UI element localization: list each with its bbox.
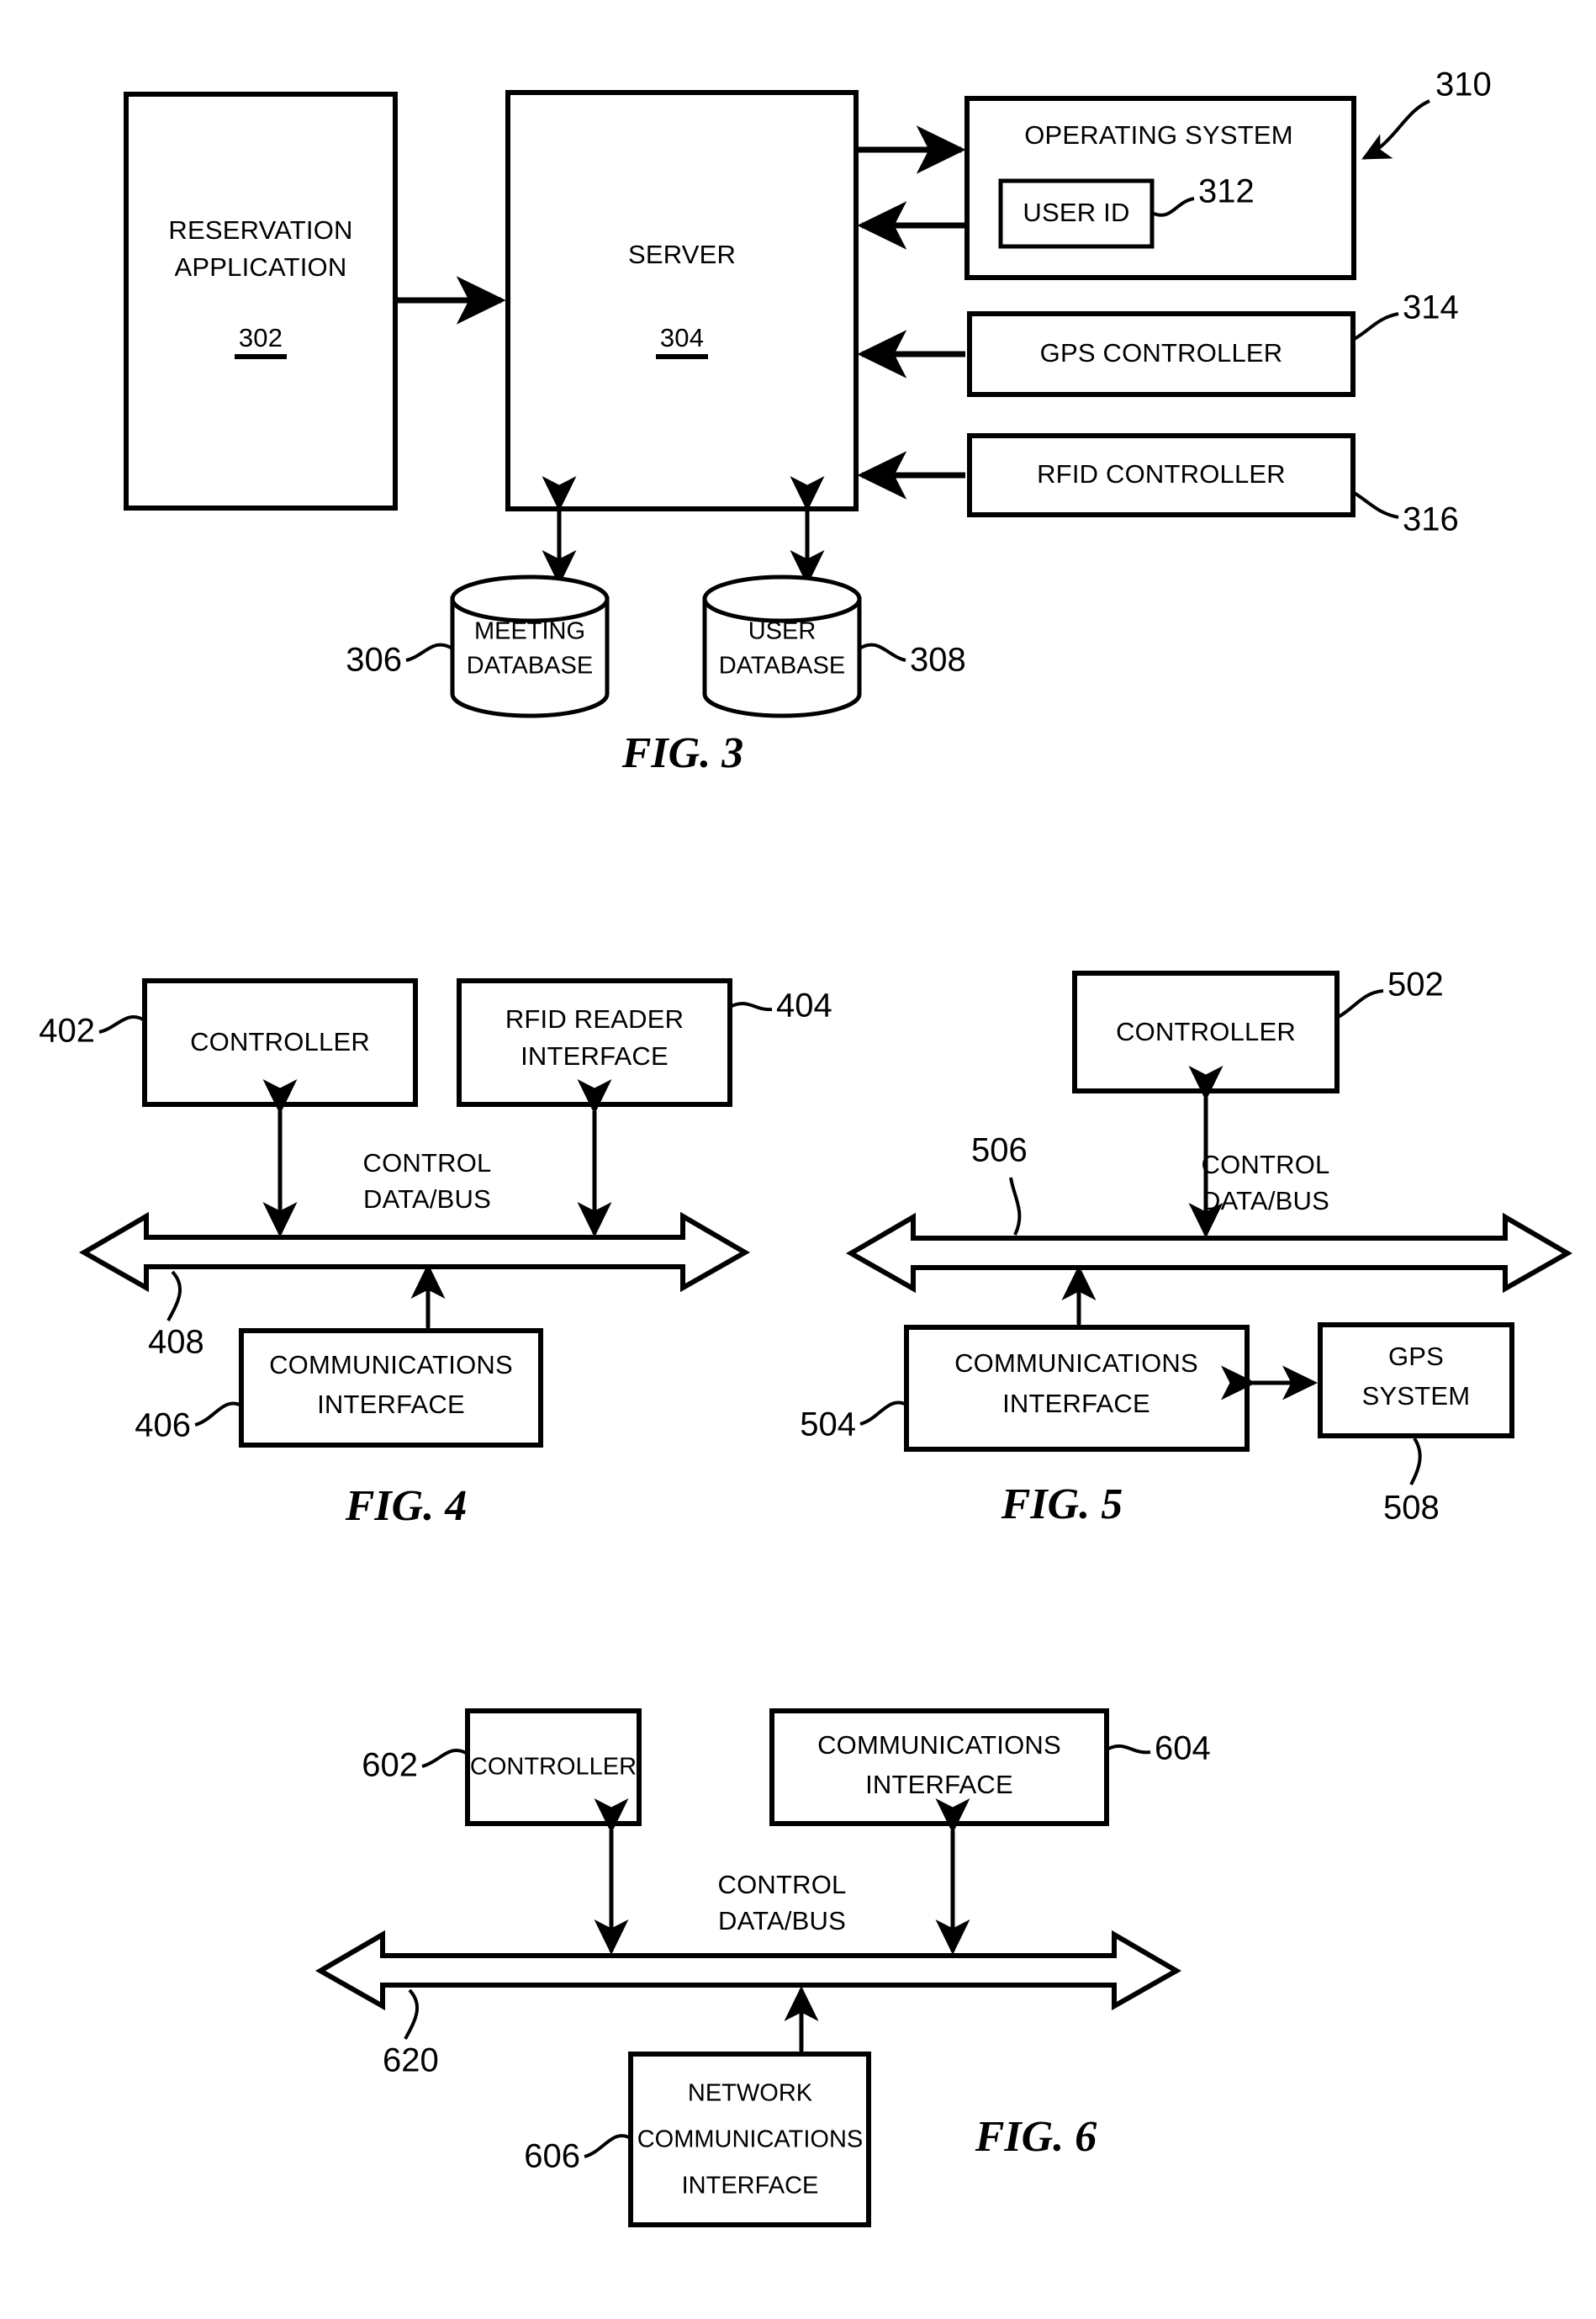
fig4-bus-label-line2: DATA/BUS: [363, 1184, 491, 1214]
fig3-server-label: SERVER: [628, 240, 736, 269]
fig6-network-communications-interface-label-line3: INTERFACE: [682, 2173, 819, 2200]
fig5-controller-ref: 502: [1387, 966, 1444, 1003]
fig4-bus-ref: 408: [148, 1324, 204, 1361]
fig6-caption: FIG. 6: [975, 2113, 1097, 2161]
fig3-reservation-application-ref: 302: [239, 323, 283, 352]
fig6-communications-interface-label-line1: COMMUNICATIONS: [817, 1730, 1061, 1760]
fig3-rfid-controller-label: RFID CONTROLLER: [1037, 459, 1286, 489]
fig3-meeting-database-label-line1: MEETING: [474, 618, 585, 645]
fig3-gps-controller-label: GPS CONTROLLER: [1040, 338, 1283, 368]
fig5-bus-label-line1: CONTROL: [1202, 1150, 1330, 1179]
fig4-controller-ref: 402: [39, 1013, 95, 1050]
fig4-rfid-reader-interface-ref: 404: [776, 987, 832, 1024]
fig4-bus-label-line1: CONTROL: [363, 1148, 492, 1178]
fig6-network-communications-interface-label-line1: NETWORK: [688, 2080, 813, 2107]
fig6-communications-interface-ref: 604: [1155, 1730, 1211, 1767]
fig6-bus-ref: 620: [383, 2042, 439, 2079]
fig3-meeting-database-top: [450, 574, 610, 623]
fig3-caption: FIG. 3: [621, 729, 743, 777]
fig5-gps-system-label-line1: GPS: [1388, 1342, 1444, 1371]
fig3-user-database-label-line1: USER: [748, 618, 816, 645]
fig6-bus-label-line1: CONTROL: [718, 1870, 847, 1899]
fig4-controller-label: CONTROLLER: [190, 1027, 370, 1056]
fig6-bus-label-line2: DATA/BUS: [718, 1906, 846, 1935]
fig6-communications-interface-label-line2: INTERFACE: [865, 1770, 1013, 1799]
fig6-network-communications-interface-ref: 606: [524, 2138, 580, 2175]
fig6-network-communications-interface-label-line2: COMMUNICATIONS: [637, 2126, 864, 2153]
fig5-communications-interface-label-line2: INTERFACE: [1002, 1389, 1150, 1418]
fig5-communications-interface-label-line1: COMMUNICATIONS: [954, 1348, 1198, 1378]
fig3-user-database-ref: 308: [910, 642, 966, 679]
fig4-communications-interface-ref: 406: [135, 1407, 191, 1444]
fig4-communications-interface-box: [239, 1328, 543, 1448]
fig4-communications-interface-label-line1: COMMUNICATIONS: [269, 1350, 513, 1379]
fig3-operating-system-label: OPERATING SYSTEM: [1024, 120, 1293, 150]
fig5-bus-label-line2: DATA/BUS: [1202, 1186, 1329, 1215]
fig5-controller-label: CONTROLLER: [1116, 1017, 1296, 1046]
fig4-rfid-reader-interface-label-line2: INTERFACE: [521, 1041, 669, 1071]
fig3-gps-controller-ref: 314: [1403, 289, 1459, 326]
fig5-bus-ref: 506: [971, 1132, 1028, 1169]
fig3-server-box: [505, 90, 859, 511]
fig3-user-id-ref: 312: [1198, 173, 1255, 210]
patent-drawing-sheet: RESERVATION APPLICATION 302 SERVER 304 O…: [0, 0, 1596, 2319]
fig3-rfid-controller-ref: 316: [1403, 501, 1459, 538]
fig3-reservation-application-block: RESERVATION APPLICATION 302: [124, 92, 398, 511]
fig5-caption: FIG. 5: [1001, 1480, 1123, 1528]
fig3-user-id-label: USER ID: [1023, 198, 1129, 227]
fig3-reservation-application-box: [124, 92, 398, 511]
fig4-caption: FIG. 4: [345, 1482, 467, 1530]
fig3-operating-system-ref: 310: [1435, 66, 1492, 103]
fig5-gps-system-ref: 508: [1383, 1490, 1440, 1527]
fig3-meeting-database-ref: 306: [346, 642, 402, 679]
fig3-meeting-database-label-line2: DATABASE: [467, 653, 593, 680]
fig6-controller-ref: 602: [362, 1747, 418, 1784]
fig3-reservation-application-label-line1: RESERVATION: [168, 215, 352, 245]
fig4-communications-interface-label-line2: INTERFACE: [317, 1390, 465, 1419]
fig6-communications-interface-box: [769, 1708, 1109, 1826]
fig3-reservation-application-label-line2: APPLICATION: [175, 252, 347, 282]
fig6-controller-label: CONTROLLER: [470, 1754, 637, 1781]
fig5-communications-interface-ref: 504: [800, 1406, 856, 1443]
fig5-gps-system-label-line2: SYSTEM: [1362, 1381, 1471, 1411]
fig3-user-database-top: [702, 574, 862, 623]
fig3-user-database-label-line2: DATABASE: [719, 653, 845, 680]
fig3-server-block: SERVER 304: [505, 90, 859, 511]
fig4-rfid-reader-interface-label-line1: RFID READER: [505, 1004, 684, 1034]
fig3-server-ref: 304: [660, 323, 704, 352]
